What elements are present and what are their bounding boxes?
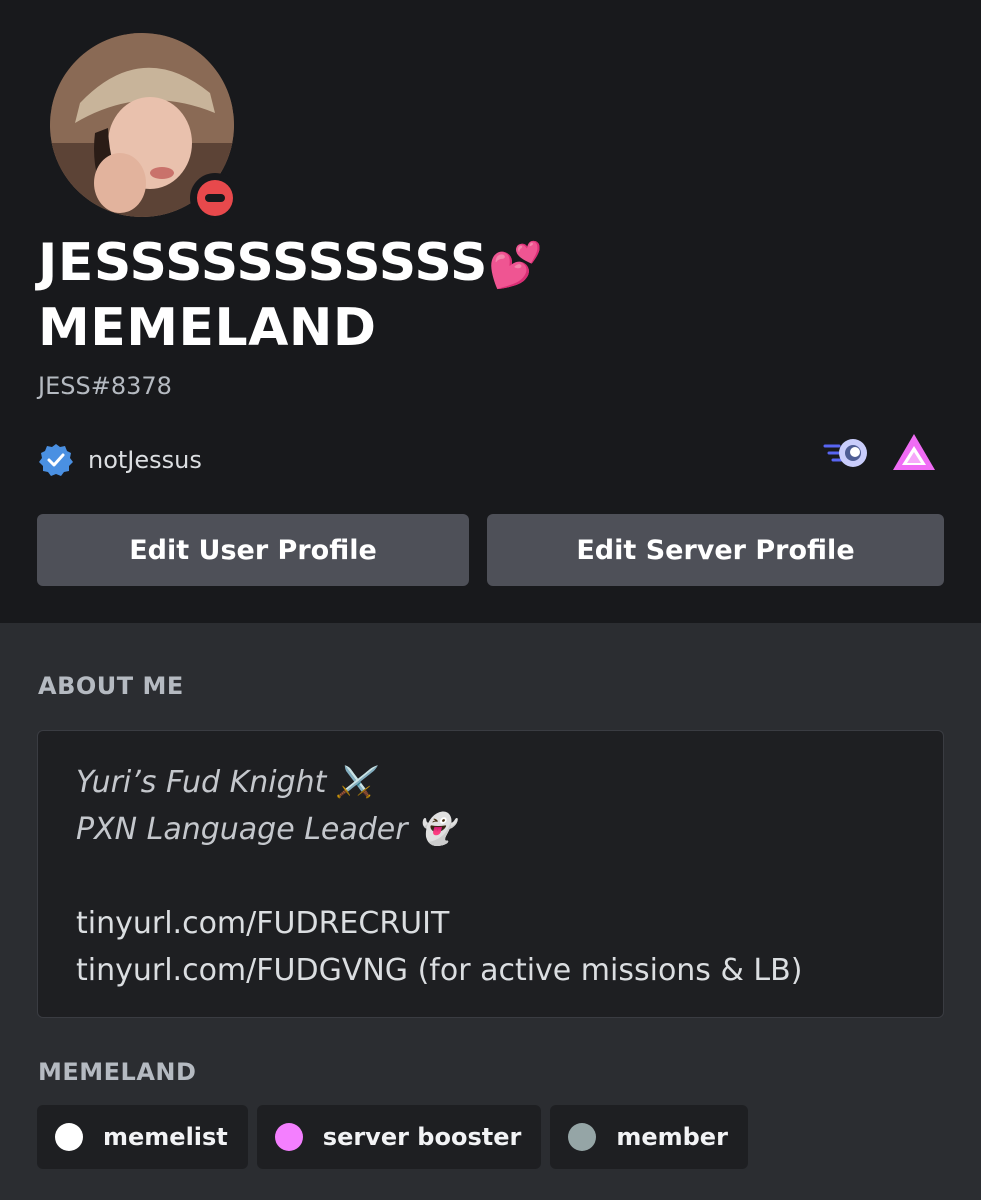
role-pill-memelist[interactable]: memelist bbox=[37, 1105, 248, 1169]
role-pill-server-booster[interactable]: server booster bbox=[256, 1105, 542, 1169]
about-spacer bbox=[76, 853, 905, 900]
about-me-heading: ABOUT ME bbox=[38, 672, 184, 700]
connection-account[interactable]: notJessus bbox=[38, 440, 202, 480]
username-tag: JESS#8378 bbox=[38, 372, 172, 400]
role-pill-member[interactable]: member bbox=[550, 1105, 748, 1169]
edit-server-profile-button[interactable]: Edit Server Profile bbox=[487, 514, 944, 586]
edit-user-profile-button[interactable]: Edit User Profile bbox=[37, 514, 469, 586]
role-color-dot bbox=[568, 1123, 597, 1151]
about-line-1: Yuri’s Fud Knight ⚔️ bbox=[76, 765, 374, 800]
role-label: server booster bbox=[322, 1123, 522, 1151]
verified-badge-icon bbox=[39, 444, 73, 476]
role-list: memelist server booster member bbox=[37, 1105, 748, 1169]
hypesquad-triangle-badge-icon[interactable] bbox=[891, 432, 937, 472]
role-label: member bbox=[616, 1123, 728, 1151]
connection-name: notJessus bbox=[88, 446, 202, 474]
about-link-gvng[interactable]: tinyurl.com/FUDGVNG (for active missions… bbox=[76, 947, 905, 994]
nitro-badge-icon[interactable] bbox=[823, 432, 869, 472]
hearts-emoji: 💕 bbox=[487, 240, 544, 291]
roles-heading: MEMELAND bbox=[38, 1058, 197, 1086]
profile-header: JESSSSSSSSSSS💕 MEMELAND JESS#8378 notJes… bbox=[0, 0, 981, 623]
about-line-2: PXN Language Leader 👻 bbox=[76, 812, 455, 847]
badge-list bbox=[823, 430, 937, 474]
about-link-recruit[interactable]: tinyurl.com/FUDRECRUIT bbox=[76, 900, 905, 947]
role-color-dot bbox=[55, 1123, 83, 1151]
display-name: JESSSSSSSSSSS💕 MEMELAND bbox=[38, 233, 544, 358]
about-me-box: Yuri’s Fud Knight ⚔️ PXN Language Leader… bbox=[37, 730, 944, 1018]
role-color-dot bbox=[274, 1123, 303, 1151]
role-label: memelist bbox=[103, 1123, 228, 1151]
dnd-status-icon bbox=[197, 180, 233, 216]
